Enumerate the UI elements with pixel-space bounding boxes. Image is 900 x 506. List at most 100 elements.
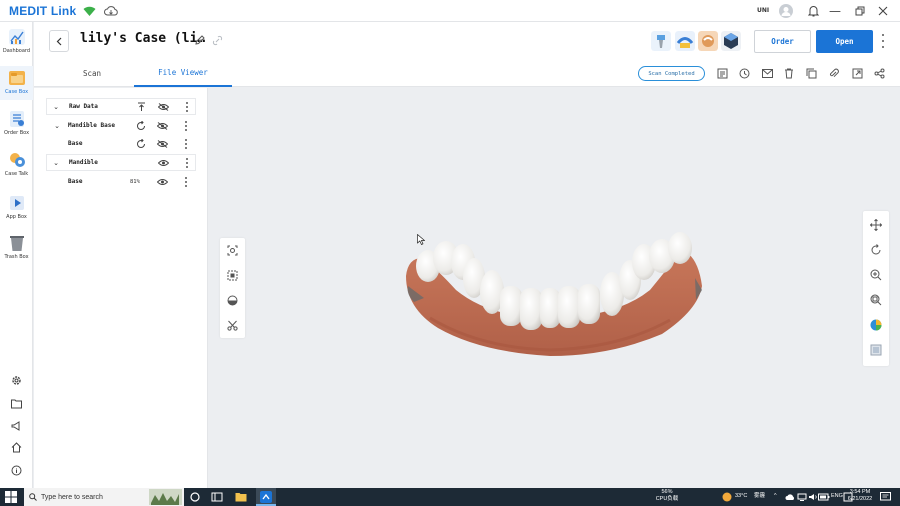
attachment-icon[interactable] xyxy=(828,67,840,79)
settings-icon[interactable] xyxy=(10,374,23,387)
zoom-region-icon[interactable] xyxy=(869,293,883,307)
open-button[interactable]: Open xyxy=(816,30,873,53)
tab-scan[interactable]: Scan xyxy=(42,60,142,87)
select-area-icon[interactable] xyxy=(226,269,239,282)
ortho-app-icon[interactable] xyxy=(675,31,695,51)
zoom-in-icon[interactable] xyxy=(869,268,883,282)
restore-button[interactable] xyxy=(851,2,869,20)
row-more-icon[interactable] xyxy=(184,138,188,149)
search-placeholder: Type here to search xyxy=(41,493,103,501)
row-more-icon[interactable] xyxy=(184,120,188,131)
align-icon[interactable] xyxy=(136,101,147,112)
sidebar-item-case-box[interactable]: Case Box xyxy=(0,66,33,100)
windows-start-icon[interactable] xyxy=(5,491,17,503)
copy-icon[interactable] xyxy=(805,67,817,79)
export-icon[interactable] xyxy=(851,67,863,79)
network-icon[interactable] xyxy=(797,493,807,501)
sidebar-item-label: Trash Box xyxy=(4,254,29,260)
move-icon[interactable] xyxy=(869,218,883,232)
mail-icon[interactable] xyxy=(761,67,773,79)
design-app-icon[interactable] xyxy=(698,31,718,51)
sidebar-item-case-talk[interactable]: Case Talk xyxy=(0,151,33,181)
data-tree-panel: ⌄ Raw Data ⌄ Mandible Base Base ⌄ Mandib… xyxy=(34,88,208,488)
weather-icon xyxy=(722,492,732,502)
eye-icon[interactable] xyxy=(158,157,169,168)
clock[interactable]: 3:54 PM 6/21/2022 xyxy=(847,489,873,503)
history-icon[interactable] xyxy=(738,67,750,79)
case-title: lily's Case (li… xyxy=(80,31,206,46)
bell-icon[interactable] xyxy=(805,3,821,19)
cpu-readout: 56% CPU负载 xyxy=(652,489,682,503)
weather-text: 雾霾 xyxy=(754,493,766,499)
sidebar-item-dashboard[interactable]: Dashboard xyxy=(0,28,33,60)
tree-row-mandible[interactable]: ⌄ Mandible xyxy=(46,154,196,171)
implant-app-icon[interactable] xyxy=(651,31,671,51)
user-initials: UNI xyxy=(757,7,770,14)
tree-row-raw-data[interactable]: ⌄ Raw Data xyxy=(46,98,196,115)
scissors-icon[interactable] xyxy=(226,319,239,332)
back-button[interactable] xyxy=(49,30,69,52)
row-more-icon[interactable] xyxy=(185,101,189,112)
file-explorer-icon[interactable] xyxy=(235,491,247,503)
share-icon[interactable] xyxy=(873,67,885,79)
minimize-button[interactable]: — xyxy=(826,2,844,20)
cloud-sync-icon[interactable] xyxy=(103,3,119,19)
note-icon[interactable] xyxy=(716,67,728,79)
cube-app-icon[interactable] xyxy=(721,31,741,51)
chevron-down-icon[interactable]: ⌄ xyxy=(51,159,61,167)
chevron-down-icon[interactable]: ⌄ xyxy=(52,122,62,130)
close-button[interactable] xyxy=(874,2,892,20)
sidebar-item-label: Case Talk xyxy=(4,171,29,177)
dental-scan-model[interactable] xyxy=(400,228,710,360)
view-tools-left xyxy=(220,238,245,338)
cpu-percent: 56% xyxy=(661,489,673,495)
task-view-icon[interactable] xyxy=(189,491,201,503)
more-menu-button[interactable] xyxy=(880,34,886,48)
avatar[interactable] xyxy=(778,3,794,19)
sidebar-item-trash-box[interactable]: Trash Box xyxy=(0,234,33,264)
clock-time: 3:54 PM xyxy=(849,489,871,495)
home-icon[interactable] xyxy=(10,441,23,454)
rotate-icon[interactable] xyxy=(869,243,883,257)
eye-icon[interactable] xyxy=(157,176,168,187)
tree-row-base[interactable]: Base 81% xyxy=(46,173,196,190)
battery-icon[interactable] xyxy=(818,493,830,501)
fit-view-icon[interactable] xyxy=(226,244,239,257)
tray-chevron-icon[interactable]: ^ xyxy=(774,493,777,500)
trash-box-icon xyxy=(9,236,24,251)
info-icon[interactable] xyxy=(10,464,23,477)
sidebar-item-app-box[interactable]: App Box xyxy=(0,194,33,224)
sync-icon[interactable] xyxy=(135,120,146,131)
tree-row-label: Base xyxy=(68,178,83,185)
medit-taskbar-app[interactable] xyxy=(256,488,276,506)
sync-icon[interactable] xyxy=(135,138,146,149)
language-indicator[interactable]: ENG xyxy=(831,493,843,500)
color-palette-icon[interactable] xyxy=(869,318,883,332)
trash-icon[interactable] xyxy=(783,67,795,79)
eye-off-icon[interactable] xyxy=(158,101,169,112)
tree-row-mandible-base[interactable]: ⌄ Mandible Base xyxy=(46,117,196,134)
half-circle-icon[interactable] xyxy=(226,294,239,307)
tab-file-viewer[interactable]: File Viewer xyxy=(134,60,232,87)
order-button[interactable]: Order xyxy=(754,30,811,53)
chevron-down-icon[interactable]: ⌄ xyxy=(51,103,61,111)
megaphone-icon[interactable] xyxy=(10,419,23,432)
eye-off-icon[interactable] xyxy=(157,138,168,149)
dashboard-icon xyxy=(8,29,25,45)
row-more-icon[interactable] xyxy=(185,157,189,168)
widgets-icon[interactable] xyxy=(211,491,223,503)
opacity-value[interactable]: 81% xyxy=(130,179,140,185)
sidebar-item-label: App Box xyxy=(6,214,27,220)
link-off-icon xyxy=(212,35,223,49)
sidebar-item-order-box[interactable]: Order Box xyxy=(0,110,33,140)
tree-row-base[interactable]: Base xyxy=(46,135,196,152)
taskbar-search-input[interactable]: Type here to search xyxy=(24,488,184,506)
notification-center-icon[interactable] xyxy=(880,492,891,502)
eye-off-icon[interactable] xyxy=(157,120,168,131)
texture-icon[interactable] xyxy=(869,343,883,357)
folder-icon[interactable] xyxy=(10,397,23,410)
medit-app-icon xyxy=(260,491,272,503)
row-more-icon[interactable] xyxy=(184,176,188,187)
edit-icon[interactable] xyxy=(194,35,205,49)
speaker-icon[interactable] xyxy=(808,493,818,501)
